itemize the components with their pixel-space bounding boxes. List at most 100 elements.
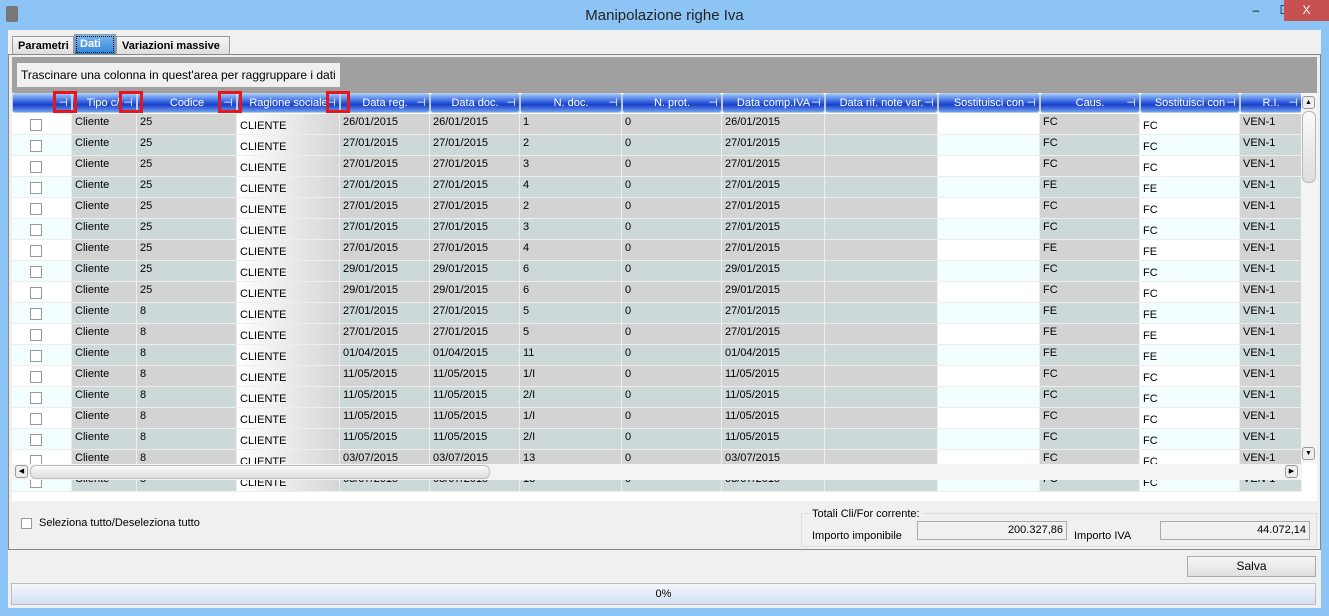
cell-select[interactable] [12,114,72,135]
cell-sostituisci-con-caus[interactable]: FC [1140,429,1240,450]
cell-sostituisci-con-caus[interactable]: FE [1140,240,1240,261]
table-row[interactable]: Cliente 25 CLIENTE 27/01/2015 27/01/2015 4 0 27… [12,240,1302,261]
column-header-caus[interactable]: Caus. ⊣ [1040,93,1140,113]
vertical-scrollbar[interactable]: ▲ ▼ [1301,93,1317,463]
pin-column-icon[interactable]: ⊣ [811,94,821,112]
table-row[interactable]: Cliente 25 CLIENTE 27/01/2015 27/01/2015 2 0 27… [12,198,1302,219]
cell-select[interactable] [12,345,72,366]
cell-select[interactable] [12,408,72,429]
cell-sostituisci-con-caus[interactable]: FC [1140,282,1240,303]
cell-sostituisci-con-caus[interactable]: FC [1140,219,1240,240]
cell-sostituisci-con[interactable] [938,240,1040,261]
cell-sostituisci-con[interactable] [938,198,1040,219]
cell-select[interactable] [12,324,72,345]
row-checkbox[interactable] [30,371,42,383]
cell-select[interactable] [12,282,72,303]
table-row[interactable]: Cliente 8 CLIENTE 11/05/2015 11/05/2015 2/I 0 1… [12,387,1302,408]
cell-sostituisci-con[interactable] [938,366,1040,387]
cell-select[interactable] [12,303,72,324]
cell-sostituisci-con[interactable] [938,345,1040,366]
cell-select[interactable] [12,219,72,240]
row-checkbox[interactable] [30,434,42,446]
scroll-down-icon[interactable]: ▼ [1302,447,1315,460]
cell-select[interactable] [12,156,72,177]
cell-sostituisci-con-caus[interactable]: FE [1140,324,1240,345]
column-header-n-doc[interactable]: N. doc. ⊣ [520,93,622,113]
cell-select[interactable] [12,198,72,219]
cell-sostituisci-con[interactable] [938,282,1040,303]
column-header-n-prot[interactable]: N. prot. ⊣ [622,93,722,113]
cell-sostituisci-con[interactable] [938,177,1040,198]
cell-select[interactable] [12,135,72,156]
pin-column-icon[interactable]: ⊣ [608,94,618,112]
cell-sostituisci-con-caus[interactable]: FC [1140,261,1240,282]
row-checkbox[interactable] [30,245,42,257]
table-row[interactable]: Cliente 25 CLIENTE 27/01/2015 27/01/2015 3 0 27… [12,219,1302,240]
pin-column-icon[interactable]: ⊣ [924,94,934,112]
cell-sostituisci-con[interactable] [938,114,1040,135]
cell-sostituisci-con[interactable] [938,156,1040,177]
cell-sostituisci-con-caus[interactable]: FC [1140,135,1240,156]
cell-select[interactable] [12,261,72,282]
cell-sostituisci-con[interactable] [938,408,1040,429]
cell-sostituisci-con[interactable] [938,303,1040,324]
table-row[interactable]: Cliente 25 CLIENTE 26/01/2015 26/01/2015 1 0 26… [12,114,1302,135]
cell-sostituisci-con[interactable] [938,387,1040,408]
column-header-sostituisci-con[interactable]: Sostituisci con ⊣ [938,93,1040,113]
cell-sostituisci-con-caus[interactable]: FE [1140,345,1240,366]
row-checkbox[interactable] [30,413,42,425]
tab-variazioni-massive[interactable]: Variazioni massive [116,36,230,55]
row-checkbox[interactable] [30,287,42,299]
table-row[interactable]: Cliente 25 CLIENTE 27/01/2015 27/01/2015 3 0 27… [12,156,1302,177]
minimize-button[interactable]: ‒ [1242,0,1270,21]
tab-dati[interactable]: Dati [74,34,116,55]
table-row[interactable]: Cliente 25 CLIENTE 29/01/2015 29/01/2015 6 0 29… [12,282,1302,303]
close-button[interactable]: X [1284,0,1329,21]
table-row[interactable]: Cliente 8 CLIENTE 11/05/2015 11/05/2015 1/I 0 1… [12,366,1302,387]
table-row[interactable]: Cliente 8 CLIENTE 27/01/2015 27/01/2015 5 0 27/… [12,303,1302,324]
cell-sostituisci-con-caus[interactable]: FC [1140,387,1240,408]
row-checkbox[interactable] [30,350,42,362]
row-checkbox[interactable] [30,119,42,131]
row-checkbox[interactable] [30,182,42,194]
row-checkbox[interactable] [30,224,42,236]
pin-column-icon[interactable]: ⊣ [416,94,426,112]
pin-column-icon[interactable]: ⊣ [1126,94,1136,112]
column-header-ri[interactable]: R.I. ⊣ [1240,93,1302,113]
column-header-sostituisci-con-caus[interactable]: Sostituisci con ⊣ [1140,93,1240,113]
pin-column-icon[interactable]: ⊣ [1226,94,1236,112]
table-row[interactable]: Cliente 8 CLIENTE 01/04/2015 01/04/2015 11 0 01… [12,345,1302,366]
cell-select[interactable] [12,177,72,198]
column-header-data-reg[interactable]: Data reg. ⊣ [340,93,430,113]
cell-sostituisci-con[interactable] [938,429,1040,450]
table-row[interactable]: Cliente 25 CLIENTE 27/01/2015 27/01/2015 4 0 27… [12,177,1302,198]
table-row[interactable]: Cliente 8 CLIENTE 27/01/2015 27/01/2015 5 0 27/… [12,324,1302,345]
cell-sostituisci-con[interactable] [938,135,1040,156]
tab-parametri[interactable]: Parametri [12,36,74,55]
save-button[interactable]: Salva [1187,556,1316,577]
group-by-area[interactable]: Trascinare una colonna in quest'area per… [12,57,1317,93]
table-row[interactable]: Cliente 25 CLIENTE 29/01/2015 29/01/2015 6 0 29… [12,261,1302,282]
cell-select[interactable] [12,240,72,261]
row-checkbox[interactable] [30,161,42,173]
cell-sostituisci-con-caus[interactable]: FC [1140,408,1240,429]
cell-sostituisci-con-caus[interactable]: FC [1140,156,1240,177]
cell-sostituisci-con[interactable] [938,261,1040,282]
cell-sostituisci-con-caus[interactable]: FE [1140,177,1240,198]
checkbox-icon[interactable] [21,518,32,529]
row-checkbox[interactable] [30,140,42,152]
row-checkbox[interactable] [30,203,42,215]
scroll-up-icon[interactable]: ▲ [1302,96,1315,109]
cell-sostituisci-con-caus[interactable]: FC [1140,366,1240,387]
column-header-data-rif-note-var[interactable]: Data rif. note var. ⊣ [825,93,938,113]
row-checkbox[interactable] [30,266,42,278]
pin-column-icon[interactable]: ⊣ [506,94,516,112]
cell-select[interactable] [12,387,72,408]
cell-sostituisci-con[interactable] [938,324,1040,345]
cell-sostituisci-con-caus[interactable]: FC [1140,114,1240,135]
cell-sostituisci-con[interactable] [938,219,1040,240]
pin-column-icon[interactable]: ⊣ [1288,94,1298,112]
pin-column-icon[interactable]: ⊣ [708,94,718,112]
column-header-ragione-sociale[interactable]: Ragione sociale ⊣ [237,93,340,113]
horizontal-scrollbar[interactable]: ◀ ▶ [12,464,1302,480]
